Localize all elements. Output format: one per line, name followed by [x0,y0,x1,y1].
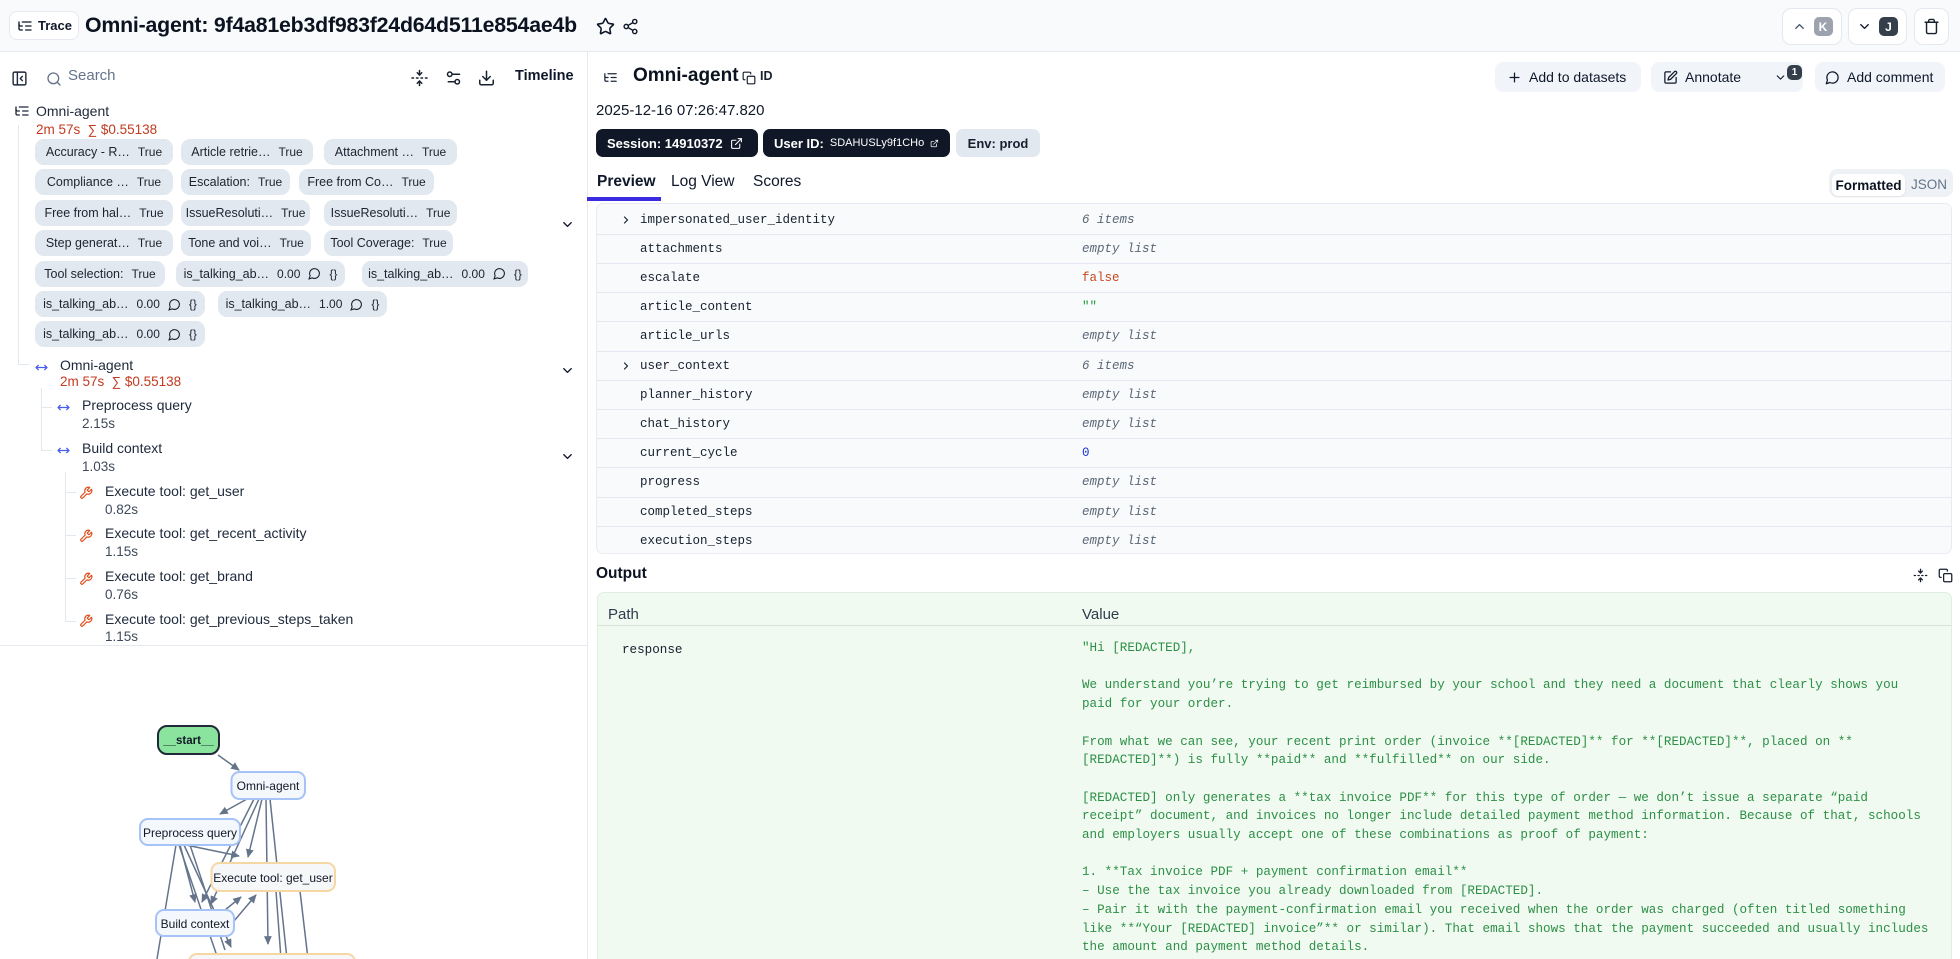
svg-text:Omni-agent: Omni-agent [237,779,300,793]
svg-text:Execute tool: get_user: Execute tool: get_user [213,871,332,885]
svg-text:__start__: __start__ [162,735,214,747]
svg-text:Preprocess query: Preprocess query [143,826,237,840]
svg-text:Build context: Build context [161,917,230,931]
